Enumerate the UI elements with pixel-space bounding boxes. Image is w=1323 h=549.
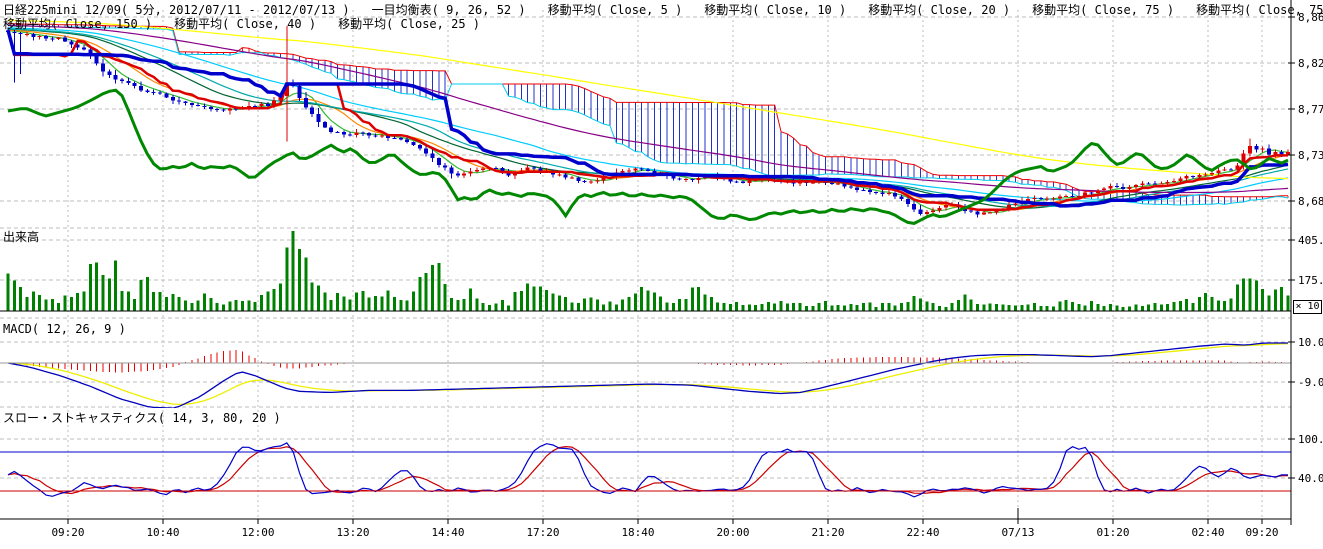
indicator-legend-item: 移動平均( Close, 75 ) — [1032, 3, 1174, 17]
macd-panel-label: MACD( 12, 26, 9 ) — [3, 322, 126, 336]
chart-header-line2: 移動平均( Close, 150 ) 移動平均( Close, 40 ) 移動平均(… — [3, 15, 502, 32]
time-axis-label: 07/13 — [1001, 526, 1034, 539]
time-axis-label: 02:40 — [1191, 526, 1224, 539]
indicator-legend-item: 移動平均( Close, 5 ) — [548, 3, 683, 17]
indicator-legend-item: 移動平均( Close, 10 ) — [704, 3, 846, 17]
macd-axis-label: -9.0 — [1298, 376, 1323, 389]
indicator-legend-item: 移動平均( Close, 20 ) — [868, 3, 1010, 17]
volume-axis-label: 175. — [1298, 274, 1323, 287]
indicator-legend-item: 移動平均( Close, 25 ) — [338, 17, 480, 31]
price-axis-label: 8,77 — [1298, 103, 1323, 116]
indicator-legend-item: 移動平均( Close, 40 ) — [174, 17, 316, 31]
macd-axis-label: 10.0 — [1298, 336, 1323, 349]
time-axis-label: 20:00 — [716, 526, 749, 539]
chart-application-window: 8,868,828,778,738,68405.175.10.0-9.0100.… — [0, 0, 1323, 549]
time-axis-label: 09:20 — [1245, 526, 1278, 539]
volume-panel-label: 出来高 — [3, 228, 39, 245]
time-axis-label: 01:20 — [1096, 526, 1129, 539]
time-axis-label: 18:40 — [621, 526, 654, 539]
time-axis-label: 12:00 — [241, 526, 274, 539]
volume-axis-label: 405. — [1298, 234, 1323, 247]
stoch-axis-label: 40.0 — [1298, 472, 1323, 485]
stoch-axis-label: 100. — [1298, 433, 1323, 446]
time-axis-label: 14:40 — [431, 526, 464, 539]
price-axis-label: 8,73 — [1298, 149, 1323, 162]
price-axis-label: 8,82 — [1298, 57, 1323, 70]
stochastics-panel-label: スロー・ストキャスティクス( 14, 3, 80, 20 ) — [3, 409, 281, 426]
indicator-legend-item: 移動平均( Close, 150 ) — [3, 17, 152, 31]
time-axis-label: 09:20 — [51, 526, 84, 539]
time-axis-label: 17:20 — [526, 526, 559, 539]
volume-unit-multiplier-badge: × 10 — [1293, 300, 1322, 314]
time-axis-label: 13:20 — [336, 526, 369, 539]
price-axis-label: 8,68 — [1298, 195, 1323, 208]
time-axis-label: 21:20 — [811, 526, 844, 539]
price-chart-canvas[interactable]: 8,868,828,778,738,68405.175.10.0-9.0100.… — [0, 0, 1323, 549]
time-axis-label: 10:40 — [146, 526, 179, 539]
time-axis-label: 22:40 — [906, 526, 939, 539]
indicator-legend-item: 移動平均( Close, 75 ) — [1196, 3, 1323, 17]
